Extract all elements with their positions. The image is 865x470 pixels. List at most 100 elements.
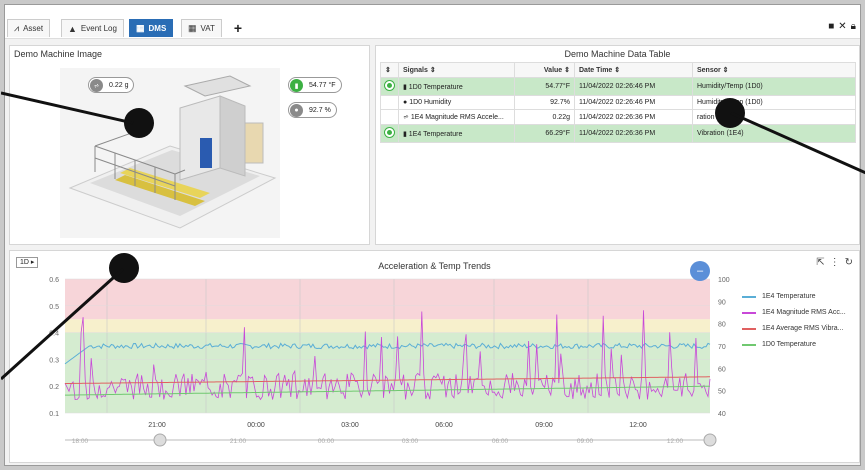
signal-name: 1D0 Temperature (408, 83, 463, 91)
add-tab-button[interactable]: + (230, 19, 246, 37)
datetime-cell: 11/04/2022 02:26:46 PM (574, 77, 693, 96)
temperature-badge[interactable]: ▮ 54.77 °F (288, 77, 342, 93)
machine-image-panel: Demo Machine Image ⩫ 0.22 g ▮ 54.77 °F ●… (9, 45, 370, 245)
legend-swatch (742, 295, 756, 298)
toolbar: ⩘ Asset ▲ Event Log ▦ DMS ▦ VAT + ■ ✕ 🔒︎ (5, 5, 860, 39)
vibration-value: 0.22 g (109, 81, 129, 89)
callout-marker (109, 253, 139, 283)
signal-cell: ⩫ 1E4 Magnitude RMS Accele... (398, 109, 515, 125)
signals-header[interactable]: Signals ⇕ (398, 62, 515, 78)
dms-grid-icon: ▦ (136, 23, 145, 33)
signal-name: 1E4 Temperature (408, 130, 463, 138)
navigator-tick-label: 03:00 (402, 438, 419, 445)
plus-icon: + (233, 20, 243, 36)
chart-legend: 1E4 Temperature 1E4 Magnitude RMS Acc... 1… (742, 293, 846, 357)
y-right-tick-label: 90 (718, 299, 726, 306)
legend-label: 1E4 Temperature (762, 293, 816, 300)
tab-dms[interactable]: ▦ DMS (129, 19, 174, 37)
thermometer-icon: ▮ (290, 79, 303, 92)
y-left-tick-label: 0.1 (49, 411, 59, 418)
tab-label: Event Log (80, 24, 117, 33)
legend-item[interactable]: 1E4 Temperature (742, 293, 846, 300)
vibration-badge[interactable]: ⩫ 0.22 g (88, 77, 135, 93)
x-tick-label: 09:00 (535, 422, 553, 429)
humidity-badge[interactable]: ● 92.7 % (288, 102, 337, 118)
machine-illustration (60, 68, 280, 238)
minus-icon: – (696, 265, 704, 277)
trend-chart: 0.1 0.2 0.3 0.4 0.5 0.6 40 50 60 70 80 90 100 21:00 00… (49, 277, 730, 447)
value-cell: 92.7% (514, 95, 575, 110)
x-tick-label: 21:00 (148, 422, 166, 429)
navigator-tick-label: 18:00 (72, 438, 89, 445)
threshold-band (65, 279, 710, 320)
x-tick-label: 06:00 (435, 422, 453, 429)
legend-label: 1E4 Average RMS Vibra... (762, 325, 844, 332)
y-right-tick-label: 50 (718, 389, 726, 396)
table-row[interactable]: ⩫ 1E4 Magnitude RMS Accele... 0.22g 11/0… (380, 109, 856, 125)
droplet-icon: ● (290, 104, 303, 117)
collapse-button[interactable]: – (690, 261, 710, 281)
threshold-band (65, 319, 710, 333)
tab-label: Asset (23, 24, 44, 33)
table-row[interactable]: ● 1D0 Humidity 92.7% 11/04/2022 02:26:46… (380, 95, 856, 110)
legend-item[interactable]: 1D0 Temperature (742, 341, 846, 348)
table-row[interactable]: ▮ 1D0 Temperature 54.77°F 11/04/2022 02:… (380, 77, 856, 96)
data-table-panel: Demo Machine Data Table ⇕ Signals ⇕ Valu… (375, 45, 860, 245)
callout-marker (124, 108, 154, 138)
sort-header[interactable]: ⇕ (380, 62, 399, 78)
status-cell (380, 109, 399, 125)
tab-asset[interactable]: ⩘ Asset (7, 19, 51, 37)
legend-swatch (742, 343, 756, 346)
x-tick-label: 00:00 (247, 422, 265, 429)
datetime-cell: 11/04/2022 02:26:36 PM (574, 124, 693, 143)
datetime-header[interactable]: Date Time ⇕ (574, 62, 693, 78)
signal-cell: ● 1D0 Humidity (398, 95, 515, 110)
status-dot-icon (385, 128, 394, 137)
lock-icon[interactable]: 🔒︎ (851, 21, 856, 32)
status-cell (380, 95, 399, 110)
tab-label: VAT (200, 24, 215, 33)
y-right-tick-label: 40 (718, 411, 726, 418)
y-right-tick-label: 60 (718, 366, 726, 373)
legend-label: 1E4 Magnitude RMS Acc... (762, 309, 846, 316)
vibration-icon: ⩫ (403, 114, 411, 121)
callout-marker (715, 98, 745, 128)
navigator-handle-left (153, 433, 167, 447)
y-left-tick-label: 0.2 (49, 384, 59, 391)
panel-title: Demo Machine Image (14, 49, 103, 59)
tab-event-log[interactable]: ▲ Event Log (61, 19, 124, 37)
trend-panel: 1D ▸ Acceleration & Temp Trends ⇱ ⋮ ↻ 0.… (9, 250, 860, 463)
tab-vat[interactable]: ▦ VAT (181, 19, 222, 37)
expand-icon[interactable]: ✕ (838, 21, 846, 32)
y-left-tick-label: 0.5 (49, 304, 59, 311)
legend-item[interactable]: 1E4 Magnitude RMS Acc... (742, 309, 846, 316)
navigator-tick-label: 00:00 (318, 438, 335, 445)
navigator-tick-label: 21:00 (230, 438, 247, 445)
sensor-header[interactable]: Sensor ⇕ (692, 62, 856, 78)
value-cell: 54.77°F (514, 77, 575, 96)
legend-swatch (742, 311, 756, 314)
table-row[interactable]: ▮ 1E4 Temperature 66.29°F 11/04/2022 02:… (380, 124, 856, 143)
legend-item[interactable]: 1E4 Average RMS Vibra... (742, 325, 846, 332)
value-cell: 0.22g (514, 109, 575, 125)
legend-label: 1D0 Temperature (762, 341, 816, 348)
status-dot-icon (385, 81, 394, 90)
vat-grid-icon: ▦ (188, 23, 197, 33)
temperature-value: 54.77 °F (309, 81, 336, 89)
y-left-tick-label: 0.3 (49, 357, 59, 364)
x-tick-label: 03:00 (341, 422, 359, 429)
datetime-cell: 11/04/2022 02:26:46 PM (574, 95, 693, 110)
monitor-icon[interactable]: ■ (828, 21, 834, 32)
tab-label: DMS (148, 24, 167, 33)
panel-title: Demo Machine Data Table (564, 49, 671, 59)
y-right-tick-label: 70 (718, 344, 726, 351)
y-left-tick-label: 0.4 (49, 331, 59, 338)
value-header[interactable]: Value ⇕ (514, 62, 575, 78)
signals-table: ⇕ Signals ⇕ Value ⇕ Date Time ⇕ Sensor ⇕… (380, 62, 856, 143)
y-right-tick-label: 80 (718, 322, 726, 329)
status-cell (380, 124, 399, 143)
signal-cell: ▮ 1E4 Temperature (398, 124, 515, 143)
navigator-tick-label: 06:00 (492, 438, 509, 445)
humidity-value: 92.7 % (309, 106, 331, 114)
value-cell: 66.29°F (514, 124, 575, 143)
